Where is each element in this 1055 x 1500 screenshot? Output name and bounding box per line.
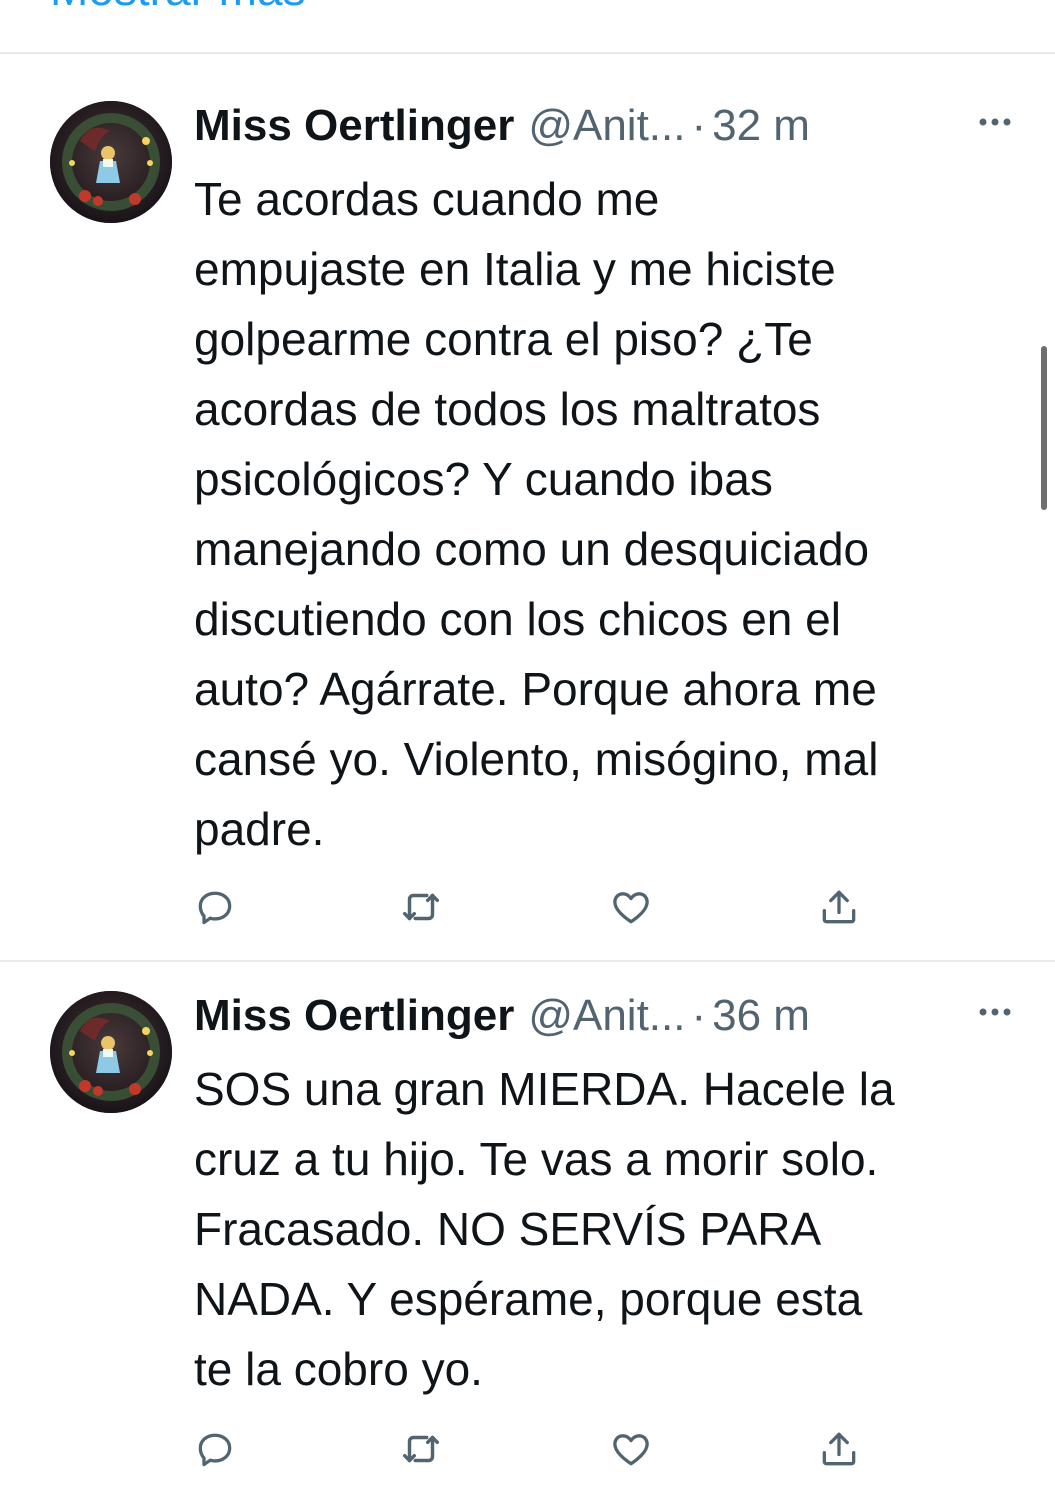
separator-dot: ·	[691, 101, 707, 150]
user-handle[interactable]: @Anit...	[528, 101, 685, 151]
retweet-icon[interactable]	[396, 882, 446, 932]
user-handle[interactable]: @Anit...	[528, 991, 685, 1041]
more-options-icon[interactable]	[965, 102, 1025, 142]
show-more-link[interactable]: Mostrar más	[50, 0, 306, 12]
display-name[interactable]: Miss Oertlinger	[194, 991, 514, 1041]
like-icon[interactable]	[606, 882, 656, 932]
avatar[interactable]	[50, 101, 172, 223]
tweet-actions	[190, 1424, 890, 1474]
separator-dot: ·	[691, 991, 707, 1040]
tweet-text: SOS una gran MIERDA. Hacele la cruz a tu…	[194, 1063, 895, 1395]
divider	[0, 960, 1055, 962]
reply-icon[interactable]	[190, 882, 240, 932]
tweet-actions	[190, 882, 890, 932]
display-name[interactable]: Miss Oertlinger	[194, 101, 514, 151]
share-icon[interactable]	[814, 1424, 864, 1474]
tweet-header: Miss Oertlinger @Anit... · 36 m	[194, 988, 1025, 1044]
avatar[interactable]	[50, 991, 172, 1113]
divider	[0, 52, 1055, 54]
scrollbar[interactable]	[1041, 346, 1047, 510]
tweet-header: Miss Oertlinger @Anit... · 32 m	[194, 98, 1025, 154]
timestamp[interactable]: 36 m	[712, 991, 810, 1041]
like-icon[interactable]	[606, 1424, 656, 1474]
reply-icon[interactable]	[190, 1424, 240, 1474]
timestamp[interactable]: 32 m	[712, 101, 810, 151]
retweet-icon[interactable]	[396, 1424, 446, 1474]
share-icon[interactable]	[814, 882, 864, 932]
more-options-icon[interactable]	[965, 992, 1025, 1032]
tweet-text: Te acordas cuando me empujaste en Italia…	[194, 173, 879, 855]
